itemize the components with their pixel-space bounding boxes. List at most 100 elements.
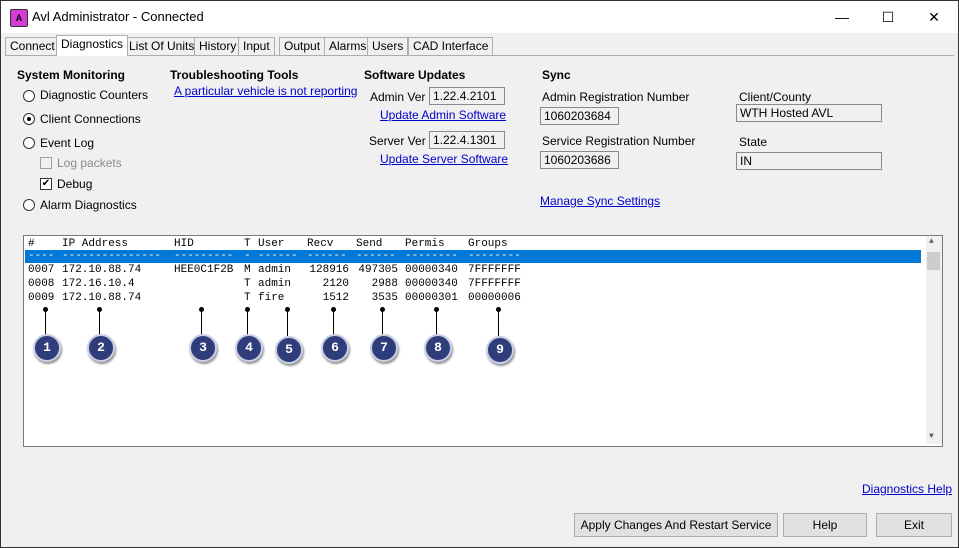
apply-restart-button[interactable]: Apply Changes And Restart Service [574,513,778,537]
vehicle-not-reporting-link[interactable]: A particular vehicle is not reporting [174,84,357,98]
cell-user: admin [258,278,292,290]
diagnostics-help-link[interactable]: Diagnostics Help [862,482,952,496]
vertical-scrollbar[interactable]: ▲ ▼ [926,236,942,444]
tab-diagnostics[interactable]: Diagnostics [56,35,129,56]
event-log-radio[interactable] [23,137,35,149]
cell-number: 0007 [28,264,55,276]
list-separator-row[interactable]: ---- --------------- --------- - ------ … [28,250,521,263]
system-monitoring-header: System Monitoring [17,68,126,82]
debug-checkbox[interactable]: ✔ [40,178,52,190]
callout-line-8 [436,310,437,336]
cell-type: T [244,292,251,304]
cell-send: 3535 [371,292,398,304]
close-button[interactable]: ✕ [911,1,957,33]
cell-send: 497305 [358,264,398,276]
server-ver-field: 1.22.4.1301 [429,131,505,149]
state-label: State [739,135,768,149]
callout-badge-6: 6 [321,334,349,362]
callout-badge-7: 7 [370,334,398,362]
title-bar: A Avl Administrator - Connected — ☐ ✕ [1,1,958,33]
cell-user: admin [258,264,292,276]
cell-type: M [244,264,251,276]
client-county-field: WTH Hosted AVL [736,104,882,122]
tab-cad-interface[interactable]: CAD Interface [408,37,494,55]
tab-history[interactable]: History [194,37,242,55]
tab-list-of-units[interactable]: List Of Units [124,37,200,55]
sep-ip: --------------- [62,250,162,262]
log-packets-label: Log packets [57,156,122,170]
diagnostic-counters-label[interactable]: Diagnostic Counters [40,88,148,102]
sep-number: ---- [28,250,55,262]
software-updates-header: Software Updates [364,68,466,82]
update-admin-software-link[interactable]: Update Admin Software [380,108,506,122]
alarm-diagnostics-radio[interactable] [23,199,35,211]
callout-badge-2: 2 [87,334,115,362]
help-button[interactable]: Help [783,513,867,537]
client-connections-radio[interactable] [23,113,35,125]
log-packets-checkbox[interactable] [40,157,52,169]
callout-badge-9: 9 [486,336,514,364]
scroll-thumb[interactable] [927,252,940,270]
sep-groups: -------- [468,250,521,262]
callout-badge-4: 4 [235,334,263,362]
cell-recv: 1512 [322,292,349,304]
list-item[interactable]: 0008 172.16.10.4 T admin 2120 2988 00000… [28,278,521,291]
server-ver-label: Server Ver [369,134,426,148]
sep-type: - [244,250,251,262]
callout-line-4 [247,310,248,336]
scroll-up-arrow[interactable]: ▲ [929,237,934,246]
scroll-down-arrow[interactable]: ▼ [929,432,934,441]
cell-permis: 00000301 [405,292,458,304]
tab-connect[interactable]: Connect [5,37,60,55]
sync-header: Sync [542,68,571,82]
debug-label[interactable]: Debug [57,177,92,191]
app-window: A Avl Administrator - Connected — ☐ ✕ Co… [0,0,959,548]
state-field: IN [736,152,882,170]
diagnostic-counters-radio[interactable] [23,90,35,102]
sep-permis: -------- [405,250,458,262]
callout-line-9 [498,310,499,338]
maximize-button[interactable]: ☐ [865,1,911,33]
troubleshooting-header: Troubleshooting Tools [170,68,299,82]
admin-registration-field: 1060203684 [540,107,619,125]
cell-user: fire [258,292,285,304]
client-county-label: Client/County [739,90,812,104]
admin-ver-field: 1.22.4.2101 [429,87,505,105]
list-item[interactable]: 0007 172.10.88.74 HEE0C1F2B M admin 1289… [28,264,521,277]
minimize-button[interactable]: — [819,1,865,33]
admin-ver-label: Admin Ver [370,90,426,104]
sep-user: ------ [258,250,298,262]
cell-recv: 2120 [322,278,349,290]
cell-number: 0008 [28,278,55,290]
callout-line-5 [287,310,288,336]
callout-line-1 [45,310,46,336]
cell-permis: 00000340 [405,264,458,276]
update-server-software-link[interactable]: Update Server Software [380,152,508,166]
client-connections-label[interactable]: Client Connections [40,112,141,126]
callout-line-6 [333,310,334,336]
callout-line-7 [382,310,383,336]
manage-sync-settings-link[interactable]: Manage Sync Settings [540,194,660,208]
service-registration-label: Service Registration Number [542,134,696,148]
cell-permis: 00000340 [405,278,458,290]
client-connections-list[interactable]: # IP Address HID T User Recv Send Permis… [23,235,943,447]
cell-ip: 172.10.88.74 [62,292,142,304]
admin-registration-label: Admin Registration Number [542,90,690,104]
cell-ip: 172.16.10.4 [62,278,135,290]
sep-hid: --------- [174,250,234,262]
cell-groups: 7FFFFFFF [468,264,521,276]
callout-badge-5: 5 [275,336,303,364]
event-log-label[interactable]: Event Log [40,136,94,150]
sep-send: ------ [356,250,396,262]
sep-recv: ------ [307,250,347,262]
alarm-diagnostics-label[interactable]: Alarm Diagnostics [40,198,137,212]
tab-output[interactable]: Output [279,37,326,55]
exit-button[interactable]: Exit [876,513,952,537]
cell-hid: HEE0C1F2B [174,264,234,276]
service-registration-field: 1060203686 [540,151,619,169]
callout-line-3 [201,310,202,336]
tab-input[interactable]: Input [238,37,275,55]
list-item[interactable]: 0009 172.10.88.74 T fire 1512 3535 00000… [28,292,521,305]
tab-users[interactable]: Users [367,37,409,55]
tab-alarms[interactable]: Alarms [324,37,372,55]
